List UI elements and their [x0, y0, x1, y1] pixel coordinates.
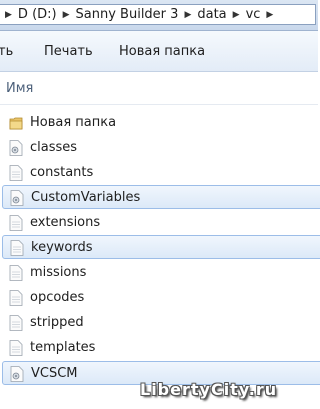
text-file-icon [9, 340, 23, 356]
breadcrumb[interactable]: ▶ D (D:) ▶ Sanny Builder 3 ▶ data ▶ vc ▶ [0, 4, 316, 25]
breadcrumb-item-data[interactable]: data [197, 7, 226, 22]
list-item-label: missions [30, 265, 87, 280]
config-file-icon [10, 366, 24, 382]
list-item-label: VCSCM [31, 366, 78, 381]
list-item-classes[interactable]: classes [2, 136, 320, 160]
text-file-icon [9, 265, 23, 281]
list-item-label: templates [30, 340, 96, 355]
text-file-icon [10, 240, 24, 256]
chevron-right-icon[interactable]: ▶ [5, 10, 12, 20]
list-item-keywords[interactable]: keywords [2, 235, 320, 259]
list-item-label: keywords [31, 240, 93, 255]
list-item-label: opcodes [30, 290, 85, 305]
chevron-right-icon[interactable]: ▶ [184, 10, 191, 20]
text-file-icon [9, 215, 23, 231]
watermark-logo: LibertyCity.ru [140, 380, 278, 399]
folder-icon [9, 117, 23, 130]
toolbar-cut-off-button[interactable]: ть [0, 44, 13, 59]
chevron-right-icon[interactable]: ▶ [266, 10, 273, 20]
column-header-row: Имя [0, 72, 318, 105]
address-bar: ▶ D (D:) ▶ Sanny Builder 3 ▶ data ▶ vc ▶ [0, 0, 318, 31]
list-item-customvariables[interactable]: CustomVariables [2, 185, 320, 209]
list-item-opcodes[interactable]: opcodes [2, 286, 320, 310]
list-item-missions[interactable]: missions [2, 261, 320, 285]
list-item-templates[interactable]: templates [2, 336, 320, 360]
new-folder-button[interactable]: Новая папка [119, 44, 205, 59]
config-file-icon [9, 140, 23, 156]
list-item-label: Новая папка [30, 115, 117, 130]
text-file-icon [9, 165, 23, 181]
list-item-stripped[interactable]: stripped [2, 311, 320, 335]
chevron-right-icon[interactable]: ▶ [63, 10, 70, 20]
list-item-label: classes [30, 140, 78, 155]
config-file-icon [10, 190, 24, 206]
column-header-name[interactable]: Имя [6, 81, 33, 96]
list-item-label: CustomVariables [31, 190, 141, 205]
breadcrumb-item-sanny-builder[interactable]: Sanny Builder 3 [76, 7, 179, 22]
print-button[interactable]: Печать [44, 44, 93, 59]
chevron-right-icon[interactable]: ▶ [233, 10, 240, 20]
list-item-extensions[interactable]: extensions [2, 211, 320, 235]
command-bar: ть Печать Новая папка [0, 31, 318, 72]
list-item-label: stripped [30, 315, 84, 330]
list-item-label: extensions [30, 215, 101, 230]
list-item-label: constants [30, 165, 94, 180]
text-file-icon [9, 290, 23, 306]
list-item-new-folder[interactable]: Новая папка [2, 111, 320, 135]
list-item-constants[interactable]: constants [2, 161, 320, 185]
breadcrumb-item-vc[interactable]: vc [246, 7, 261, 22]
text-file-icon [9, 315, 23, 331]
breadcrumb-item-drive[interactable]: D (D:) [18, 7, 57, 22]
